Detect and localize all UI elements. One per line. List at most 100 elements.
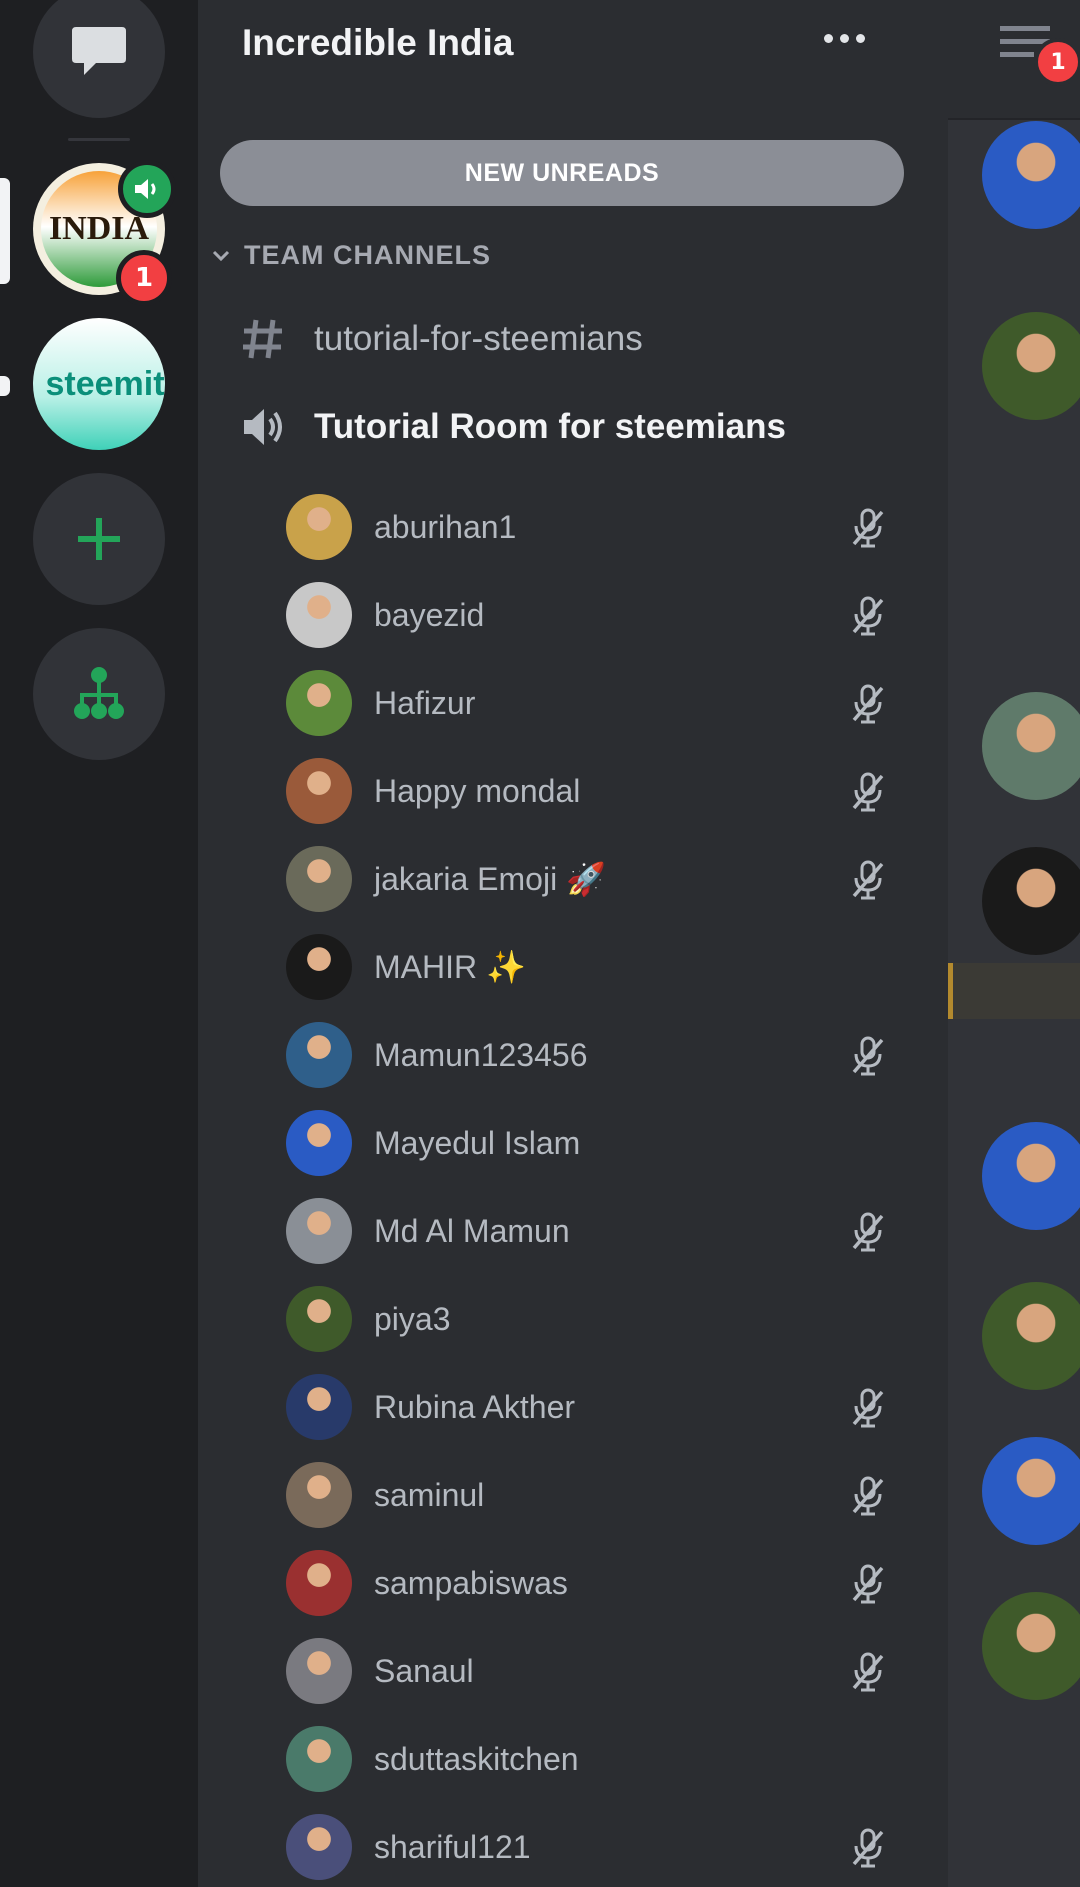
notification-badge: 1 — [1034, 38, 1080, 86]
unread-server-pill — [0, 376, 10, 396]
member-name: saminul — [374, 1476, 485, 1513]
avatar — [286, 1374, 352, 1440]
speaker-icon — [135, 179, 156, 199]
voice-member-row[interactable]: MAHIR ✨ — [286, 932, 886, 1002]
hashtag-icon — [243, 319, 282, 359]
muted-mic-icon — [852, 596, 884, 636]
channel-panel: Incredible India NEW UNREADS TEAM CHANNE… — [198, 0, 926, 1887]
voice-member-row[interactable]: piya3 — [286, 1284, 886, 1354]
member-name: MAHIR ✨ — [374, 949, 526, 985]
more-options-icon[interactable] — [824, 34, 865, 43]
muted-mic-icon — [852, 772, 884, 812]
muted-mic-icon — [852, 1564, 884, 1604]
member-name: Sanaul — [374, 1652, 474, 1689]
avatar — [286, 494, 352, 560]
voice-member-row[interactable]: Happy mondal — [286, 756, 886, 826]
avatar — [286, 1286, 352, 1352]
chat-bubble-icon — [72, 27, 126, 75]
voice-member-row[interactable]: sampabiswas — [286, 1548, 886, 1618]
speaker-icon — [244, 409, 282, 445]
muted-mic-icon — [852, 1036, 884, 1076]
avatar — [286, 1814, 352, 1880]
hierarchy-icon — [74, 667, 124, 719]
muted-mic-icon — [852, 1652, 884, 1692]
chevron-down-icon — [212, 250, 230, 261]
member-name: aburihan1 — [374, 508, 517, 545]
message-author-avatar[interactable] — [982, 1437, 1080, 1545]
steemit-logo-text: steemit — [45, 364, 165, 403]
direct-messages-button[interactable] — [33, 0, 165, 118]
voice-member-row[interactable]: Mayedul Islam — [286, 1108, 886, 1178]
avatar — [286, 1110, 352, 1176]
voice-member-row[interactable]: jakaria Emoji 🚀 — [286, 844, 886, 914]
chat-preview-strip: 1 — [948, 0, 1080, 1887]
voice-active-badge — [118, 160, 176, 218]
member-name: Mamun123456 — [374, 1036, 588, 1073]
plus-icon — [78, 518, 120, 560]
voice-member-row[interactable]: sduttaskitchen — [286, 1724, 886, 1794]
category-team-channels[interactable]: TEAM CHANNELS — [212, 240, 491, 271]
voice-member-row[interactable]: Sanaul — [286, 1636, 886, 1706]
member-name: sampabiswas — [374, 1564, 568, 1601]
member-name: Md Al Mamun — [374, 1212, 570, 1249]
message-author-avatar[interactable] — [982, 847, 1080, 955]
muted-mic-icon — [852, 508, 884, 548]
muted-mic-icon — [852, 1476, 884, 1516]
voice-member-row[interactable]: Hafizur — [286, 668, 886, 738]
avatar — [286, 1550, 352, 1616]
member-name: piya3 — [374, 1300, 451, 1337]
message-author-avatar[interactable] — [982, 1592, 1080, 1700]
member-name: bayezid — [374, 596, 485, 633]
server-rail: INDIA 1 steemit — [0, 0, 198, 1887]
voice-member-row[interactable]: saminul — [286, 1460, 886, 1530]
explore-servers-button[interactable] — [33, 628, 165, 760]
voice-member-row[interactable]: Mamun123456 — [286, 1020, 886, 1090]
member-name: Rubina Akther — [374, 1388, 576, 1425]
avatar — [286, 1022, 352, 1088]
unread-count-badge: 1 — [116, 250, 172, 306]
server-title[interactable]: Incredible India — [242, 22, 513, 64]
strip-header: 1 — [948, 0, 1080, 120]
member-name: Hafizur — [374, 684, 476, 721]
rail-divider — [68, 138, 130, 141]
message-author-avatar[interactable] — [982, 1122, 1080, 1230]
voice-member-row[interactable]: shariful121 — [286, 1812, 886, 1882]
voice-member-row[interactable]: bayezid — [286, 580, 886, 650]
channel-name: tutorial-for-steemians — [314, 319, 643, 358]
message-author-avatar[interactable] — [982, 1282, 1080, 1390]
server-icon-steemit[interactable]: steemit — [33, 318, 165, 450]
voice-member-row[interactable]: Md Al Mamun — [286, 1196, 886, 1266]
message-author-avatar[interactable] — [982, 121, 1080, 229]
voice-member-row[interactable]: aburihan1 — [286, 492, 886, 562]
avatar — [286, 582, 352, 648]
muted-mic-icon — [852, 1828, 884, 1868]
muted-mic-icon — [852, 1212, 884, 1252]
voice-channel-tutorial-room[interactable]: Tutorial Room for steemians — [240, 404, 786, 450]
muted-mic-icon — [852, 1388, 884, 1428]
add-server-button[interactable] — [33, 473, 165, 605]
text-channel-tutorial-for-steemians[interactable]: tutorial-for-steemians — [240, 316, 643, 362]
member-name: Mayedul Islam — [374, 1124, 581, 1161]
avatar — [286, 1462, 352, 1528]
avatar — [286, 670, 352, 736]
avatar — [286, 1726, 352, 1792]
avatar — [286, 758, 352, 824]
avatar — [286, 934, 352, 1000]
member-name: sduttaskitchen — [374, 1740, 579, 1777]
highlighted-message-bar — [948, 963, 1080, 1019]
avatar — [286, 1198, 352, 1264]
voice-member-row[interactable]: Rubina Akther — [286, 1372, 886, 1442]
message-author-avatar[interactable] — [982, 692, 1080, 800]
muted-mic-icon — [852, 860, 884, 900]
member-name: Happy mondal — [374, 772, 581, 809]
new-unreads-banner[interactable]: NEW UNREADS — [220, 140, 904, 206]
channel-name: Tutorial Room for steemians — [314, 407, 786, 446]
message-author-avatar[interactable] — [982, 312, 1080, 420]
member-name: shariful121 — [374, 1828, 531, 1865]
muted-mic-icon — [852, 684, 884, 724]
member-name: jakaria Emoji 🚀 — [374, 861, 606, 897]
category-label: TEAM CHANNELS — [244, 240, 491, 270]
avatar — [286, 1638, 352, 1704]
india-logo-text: INDIA — [48, 210, 150, 247]
selected-server-pill — [0, 178, 10, 284]
